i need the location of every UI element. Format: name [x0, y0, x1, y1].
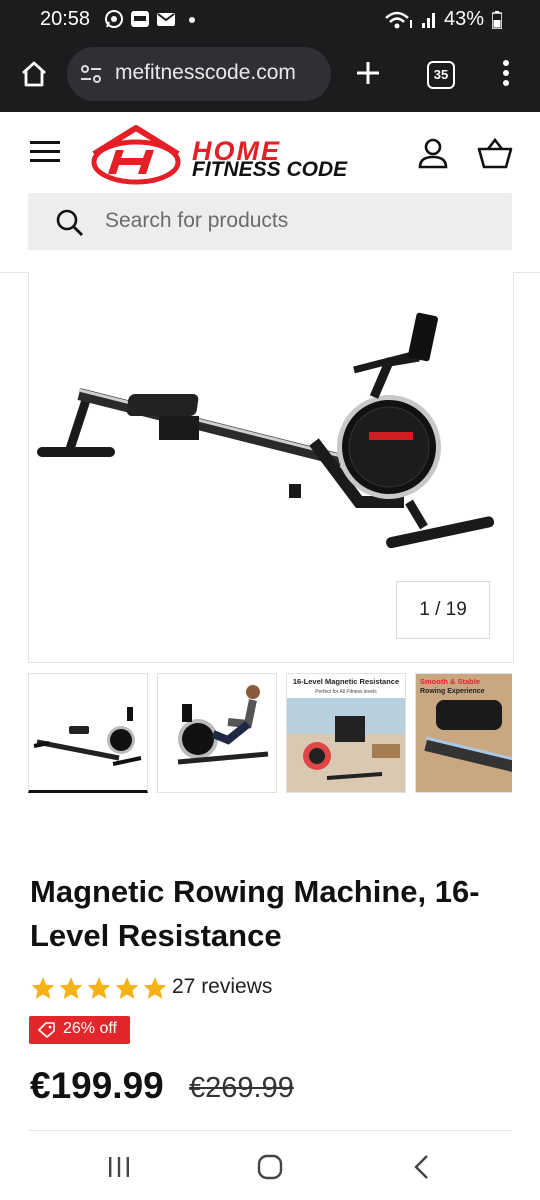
search-icon[interactable]: [55, 208, 85, 238]
battery-percent: 43%: [443, 8, 484, 30]
dot-icon: [189, 17, 195, 23]
notification-icons: [104, 9, 202, 29]
cart-icon[interactable]: [477, 137, 513, 169]
rating-stars: [30, 975, 168, 1001]
image-counter: 1 / 19: [396, 581, 490, 639]
logo-mark[interactable]: [88, 124, 184, 186]
back-icon[interactable]: [412, 1154, 430, 1180]
thumbnail-1-image: [33, 707, 142, 766]
rowing-machine-image: [37, 312, 495, 549]
star-icon: [59, 977, 83, 999]
thumbnail-4-title: Smooth & Stable: [420, 677, 480, 686]
thumbnail-2[interactable]: [157, 673, 277, 793]
status-time: 20:58: [40, 8, 91, 30]
wifi-icon: [385, 11, 412, 28]
search-placeholder: Search for products: [105, 209, 289, 232]
address-bar[interactable]: mefitnesscode.com: [67, 47, 331, 101]
current-price: €199.99: [30, 1065, 164, 1106]
home-nav-icon[interactable]: [257, 1154, 283, 1180]
thumbnail-1[interactable]: [28, 673, 148, 793]
recent-apps-icon[interactable]: [107, 1156, 131, 1178]
ring-icon: [131, 11, 149, 27]
menu-icon[interactable]: [30, 139, 60, 165]
account-icon[interactable]: [417, 137, 449, 169]
home-icon[interactable]: [20, 60, 48, 88]
original-price: €269.99: [189, 1072, 294, 1104]
status-bar: 20:58 43%: [0, 0, 540, 40]
status-right: 43%: [384, 8, 502, 31]
tag-icon: [38, 1022, 55, 1038]
thumbnail-4[interactable]: Smooth & Stable Rowing Experience: [415, 673, 512, 793]
url-text: mefitnesscode.com: [115, 61, 296, 84]
battery-icon: [492, 10, 502, 29]
star-icon: [115, 977, 139, 999]
divider: [28, 1130, 512, 1131]
thumbnail-strip: 16-Level Magnetic Resistance Perfect for…: [28, 673, 512, 793]
thumbnail-3-image: 16-Level Magnetic Resistance Perfect for…: [287, 674, 405, 792]
thumbnail-3[interactable]: 16-Level Magnetic Resistance Perfect for…: [286, 673, 406, 793]
system-nav-bar: [0, 1134, 540, 1200]
product-title: Magnetic Rowing Machine, 16-Level Resist…: [30, 874, 480, 953]
thumbnail-2-image: [177, 685, 269, 765]
star-icon: [31, 977, 55, 999]
reviews-link[interactable]: 27 reviews: [172, 975, 272, 999]
browser-toolbar: mefitnesscode.com 35: [0, 40, 540, 112]
star-icon: [143, 977, 167, 999]
thumbnail-4-image: Smooth & Stable Rowing Experience: [420, 677, 512, 772]
site-settings-icon[interactable]: [79, 62, 103, 86]
tab-switcher-button[interactable]: 35: [427, 61, 455, 89]
thumbnail-4-subtitle: Rowing Experience: [420, 688, 485, 695]
thumbnail-3-title: 16-Level Magnetic Resistance: [293, 677, 399, 686]
product-main-image[interactable]: 1 / 19: [28, 272, 514, 663]
thumbnail-3-subtitle: Perfect for All Fitness levels: [315, 689, 377, 695]
mail-icon: [157, 13, 175, 26]
new-tab-icon[interactable]: [355, 60, 381, 86]
signal-icon: [421, 12, 435, 28]
discount-badge: 26% off: [29, 1016, 130, 1044]
site-header: HOME FITNESS CODE Search for products: [0, 112, 540, 273]
more-icon[interactable]: [500, 58, 512, 88]
logo-text-fitness-code: FITNESS CODE: [192, 158, 348, 181]
whatsapp-icon: [105, 10, 123, 28]
discount-text: 26% off: [63, 1020, 117, 1037]
star-icon: [87, 977, 111, 999]
search-input[interactable]: Search for products: [28, 193, 512, 250]
